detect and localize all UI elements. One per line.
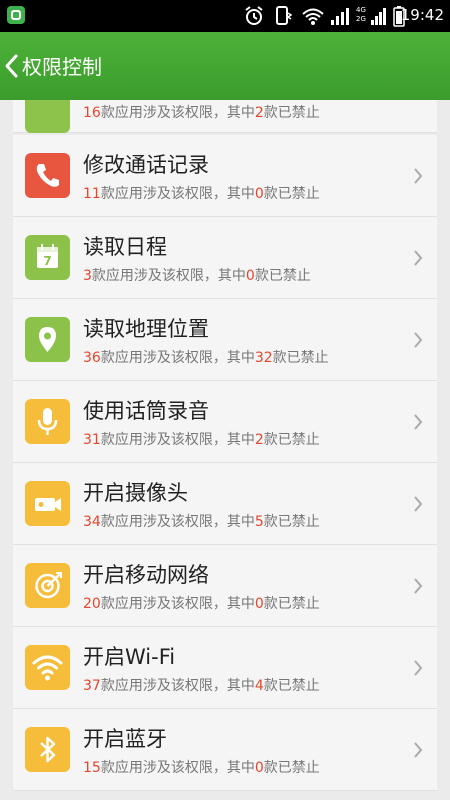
permission-item-desc: 3款应用涉及该权限，其中0款已禁止 [83,268,311,284]
phone-vibrate-icon [276,6,293,25]
location-pin-icon [25,317,70,362]
chevron-right-icon [414,578,423,594]
permission-item-desc: 20款应用涉及该权限，其中0款已禁止 [83,596,320,612]
chevron-right-icon [414,168,423,184]
permission-item-desc: 34款应用涉及该权限，其中5款已禁止 [83,514,320,530]
permission-item-location[interactable]: 读取地理位置 36款应用涉及该权限，其中32款已禁止 [13,299,437,381]
permission-item-wifi[interactable]: 开启Wi-Fi 37款应用涉及该权限，其中4款已禁止 [13,627,437,709]
permission-item-desc: 37款应用涉及该权限，其中4款已禁止 [83,678,320,694]
permission-item-mobile-network[interactable]: 开启移动网络 20款应用涉及该权限，其中0款已禁止 [13,545,437,627]
chevron-right-icon [414,496,423,512]
clock: 19:42 [400,6,444,24]
permission-item-name: 使用话筒录音 [83,399,209,423]
permission-item-desc: 16款应用涉及该权限，其中2款已禁止 [83,105,320,121]
microphone-icon [25,399,70,444]
permission-item-calendar[interactable]: 7 读取日程 3款应用涉及该权限，其中0款已禁止 [13,217,437,299]
phone-icon [25,153,70,198]
signal-icon [331,8,349,25]
page-title: 权限控制 [22,55,102,79]
chevron-right-icon [414,414,423,430]
permission-item-call-log[interactable]: 修改通话记录 11款应用涉及该权限，其中0款已禁止 [13,135,437,217]
permission-item-name: 开启摄像头 [83,481,188,505]
alarm-icon [245,6,263,25]
permission-item-name: 开启Wi-Fi [83,645,176,669]
wifi-status-icon [302,8,324,25]
mobile-network-icon [25,563,70,608]
camera-icon [25,481,70,526]
back-chevron-icon[interactable] [2,53,20,79]
partial-icon [25,100,70,133]
permission-item-desc: 31款应用涉及该权限，其中2款已禁止 [83,432,320,448]
permission-item-partial[interactable]: 16款应用涉及该权限，其中2款已禁止 [13,100,437,133]
signal-2-icon [371,8,386,25]
permission-item-microphone[interactable]: 使用话筒录音 31款应用涉及该权限，其中2款已禁止 [13,381,437,463]
svg-text:7: 7 [43,254,51,268]
permission-item-desc: 15款应用涉及该权限，其中0款已禁止 [83,760,320,776]
permission-item-desc: 11款应用涉及该权限，其中0款已禁止 [83,186,320,202]
permission-item-name: 读取地理位置 [83,317,209,341]
app-bar: 权限控制 [0,32,450,100]
bluetooth-icon [25,727,70,772]
permission-item-name: 开启蓝牙 [83,727,167,751]
wifi-icon [25,645,70,690]
app-notification-icon [7,6,25,24]
chevron-right-icon [414,250,423,266]
permission-item-bluetooth[interactable]: 开启蓝牙 15款应用涉及该权限，其中0款已禁止 [13,709,437,791]
permission-item-name: 读取日程 [83,235,167,259]
permission-item-desc: 36款应用涉及该权限，其中32款已禁止 [83,350,329,366]
permission-item-name: 修改通话记录 [83,153,209,177]
chevron-right-icon [414,660,423,676]
permission-item-camera[interactable]: 开启摄像头 34款应用涉及该权限，其中5款已禁止 [13,463,437,545]
chevron-right-icon [414,332,423,348]
calendar-icon: 7 [25,235,70,280]
chevron-right-icon [414,742,423,758]
status-bar: 4G 2G 19:42 [0,0,450,32]
permission-list: 16款应用涉及该权限，其中2款已禁止 修改通话记录 11款应用涉及该权限，其中0… [13,100,437,800]
permission-item-name: 开启移动网络 [83,563,209,587]
